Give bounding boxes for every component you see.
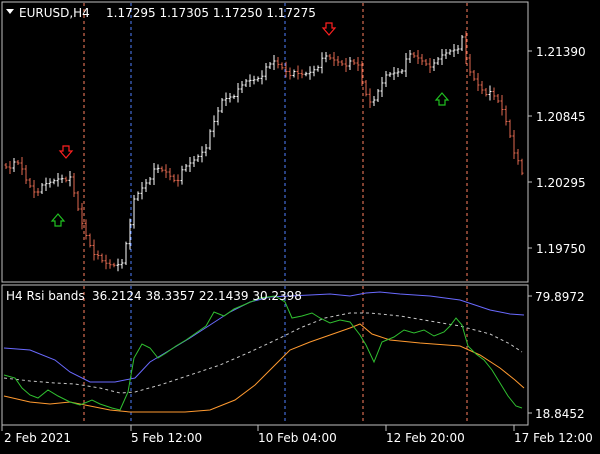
- trading-chart-window: EURUSD,H4 1.17295 1.17305 1.17250 1.1727…: [0, 0, 600, 450]
- buy-arrow-icon: [434, 92, 450, 106]
- symbol-timeframe-label: EURUSD,H4: [19, 6, 90, 20]
- price-scale: 1.21390 1.20845 1.20295 1.19750: [528, 45, 586, 256]
- collapse-triangle-icon[interactable]: [6, 9, 14, 14]
- chart-canvas[interactable]: EURUSD,H4 1.17295 1.17305 1.17250 1.1727…: [0, 0, 600, 450]
- price-level-label: 1.20845: [536, 110, 586, 124]
- time-label: 2 Feb 2021: [4, 431, 71, 445]
- time-label: 5 Feb 12:00: [131, 431, 202, 445]
- price-level-label: 1.21390: [536, 45, 586, 59]
- lower-band-line: [3, 323, 525, 413]
- sell-arrow-icon: [58, 145, 74, 159]
- time-label: 12 Feb 20:00: [386, 431, 465, 445]
- rsi-bands-lines: [3, 291, 525, 413]
- upper-band-line: [3, 291, 525, 383]
- indicator-name-label: H4 Rsi bands: [6, 289, 85, 303]
- price-level-label: 1.20295: [536, 176, 586, 190]
- main-chart-frame: [1, 1, 529, 283]
- indicator-max-label: 79.8972: [535, 290, 585, 304]
- indicator-scale: 79.8972 18.8452: [528, 290, 585, 421]
- middle-band-line: [3, 312, 523, 394]
- indicator-min-label: 18.8452: [535, 407, 585, 421]
- buy-arrow-icon: [50, 213, 66, 227]
- ohlc-readout: 1.17295 1.17305 1.17250 1.17275: [106, 6, 316, 20]
- price-level-label: 1.19750: [536, 242, 586, 256]
- sell-arrow-icon: [321, 22, 337, 36]
- indicator-values-readout: 36.2124 38.3357 22.1439 30.2398: [92, 289, 302, 303]
- time-label: 10 Feb 04:00: [258, 431, 337, 445]
- time-axis: 2 Feb 2021 5 Feb 12:00 10 Feb 04:00 12 F…: [1, 425, 593, 445]
- rsi-line: [3, 295, 523, 411]
- time-label: 17 Feb 12:00: [514, 431, 593, 445]
- session-separators: [83, 3, 468, 424]
- price-bars: [4, 31, 524, 272]
